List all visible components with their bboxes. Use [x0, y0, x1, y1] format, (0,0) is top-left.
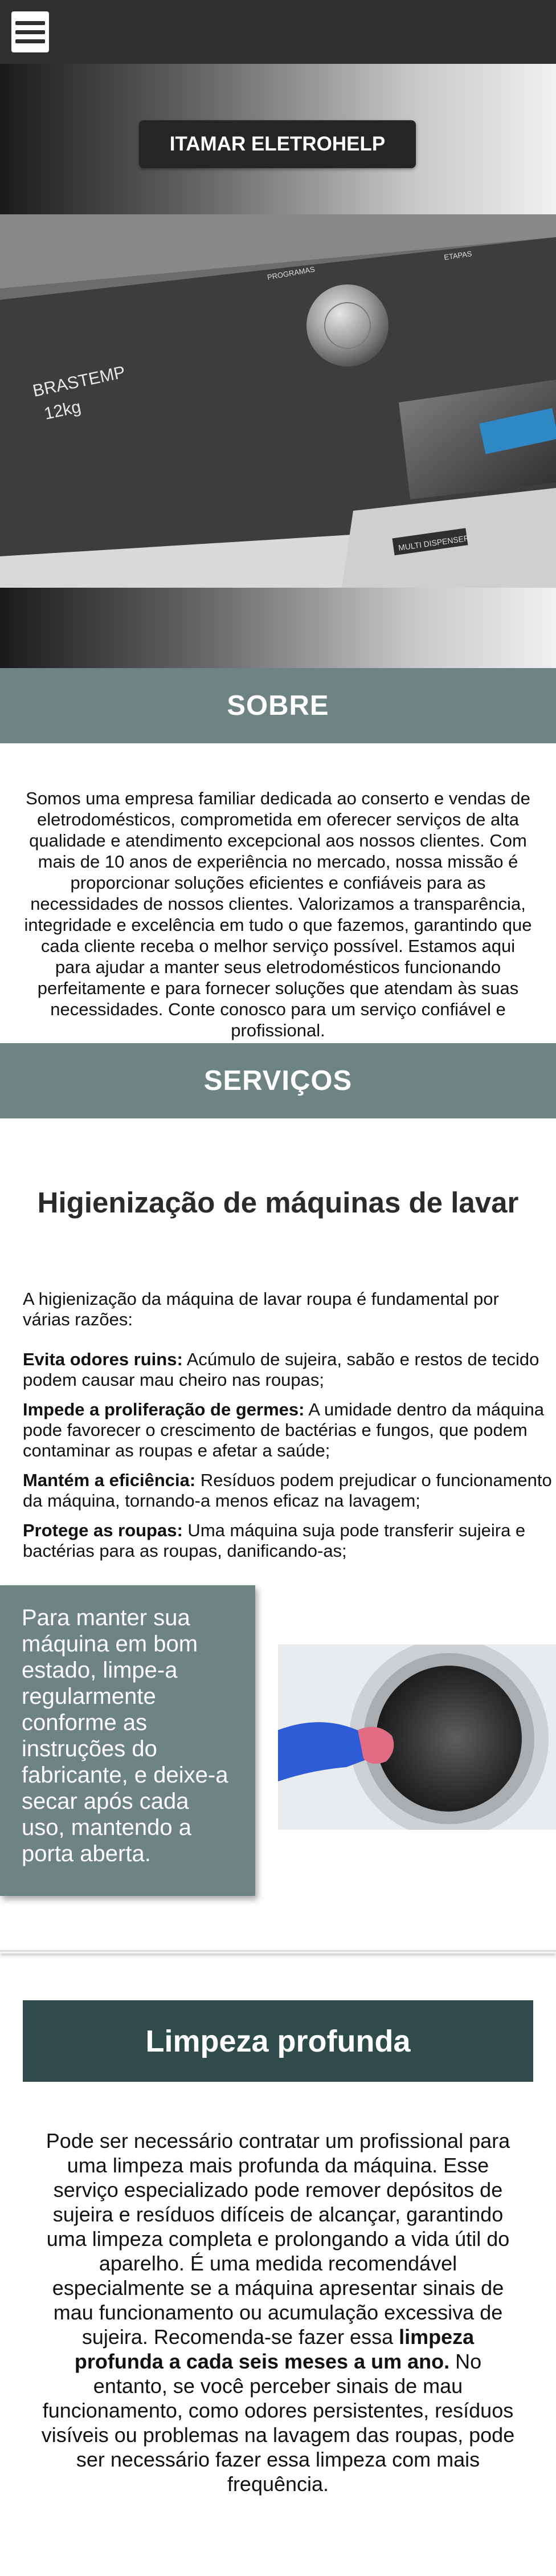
reason-item: Impede a proliferação de germes: A umida… — [23, 1399, 556, 1461]
tip-row: Para manter sua máquina em bom estado, l… — [0, 1585, 556, 1950]
washing-machine-panel-image: BRASTEMP 12kg PROGRAMAS ETAPAS MULTI DIS… — [0, 214, 556, 588]
reasons-list: Evita odores ruins: Acúmulo de sujeira, … — [0, 1349, 556, 1561]
service-intro: A higienização da máquina de lavar roupa… — [23, 1289, 499, 1329]
reason-label: Evita odores ruins: — [23, 1349, 183, 1369]
section-divider — [0, 1950, 556, 1954]
reason-label: Mantém a eficiência: — [23, 1470, 196, 1490]
cleaning-machine-door-image — [278, 1645, 556, 1830]
hamburger-menu-icon[interactable] — [11, 11, 49, 52]
menu-line — [15, 30, 45, 34]
menu-line — [15, 39, 45, 43]
reason-label: Protege as roupas: — [23, 1520, 183, 1540]
maintenance-tip-card: Para manter sua máquina em bom estado, l… — [0, 1585, 255, 1896]
reason-item: Mantém a eficiência: Resíduos podem prej… — [23, 1470, 556, 1511]
about-heading: SOBRE — [0, 668, 556, 743]
deep-clean-text: Pode ser necessário contratar um profiss… — [40, 2129, 516, 2496]
reason-label: Impede a proliferação de germes: — [23, 1399, 305, 1419]
service-title: Higienização de máquinas de lavar — [37, 1186, 519, 1219]
about-text: Somos uma empresa familiar dedicada ao c… — [24, 788, 532, 1040]
deep-clean-heading: Limpeza profunda — [23, 2000, 533, 2082]
brand-button[interactable]: ITAMAR ELETROHELP — [139, 120, 416, 168]
deep-clean-text-start: Pode ser necessário contratar um profiss… — [46, 2129, 510, 2349]
services-heading: SERVIÇOS — [0, 1043, 556, 1118]
top-bar — [0, 0, 556, 64]
reason-item: Protege as roupas: Uma máquina suja pode… — [23, 1520, 556, 1561]
reason-item: Evita odores ruins: Acúmulo de sujeira, … — [23, 1349, 556, 1390]
menu-line — [15, 21, 45, 25]
hero-section: ITAMAR ELETROHELP BRASTEMP 12kg PROGRAMA… — [0, 64, 556, 668]
